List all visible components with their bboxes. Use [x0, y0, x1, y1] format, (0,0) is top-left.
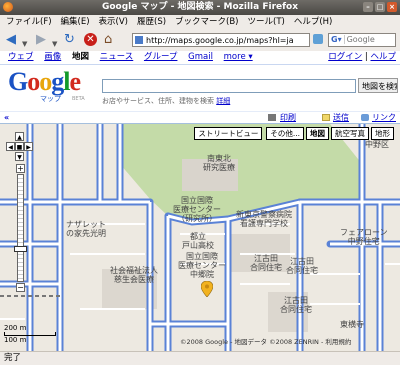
map-search-input[interactable] — [102, 79, 356, 93]
menubar: ファイル(F) 編集(E) 表示(V) 履歴(S) ブックマーク(B) ツール(… — [0, 15, 400, 29]
reload-icon[interactable]: ↻ — [64, 33, 75, 47]
status-bar: 完了 — [0, 351, 400, 365]
menu-bookmarks[interactable]: ブックマーク(B) — [175, 15, 238, 29]
window-title: Google マップ - 地図検索 - Mozilla Firefox — [101, 2, 299, 12]
map-type-map[interactable]: 地図 — [306, 127, 329, 140]
address-bar[interactable] — [132, 33, 310, 47]
gbar-more[interactable]: more ▾ — [224, 52, 253, 62]
google-bar: ウェブ 画像 地図 ニュース グループ Gmail more ▾ ログイン | … — [0, 51, 400, 64]
stop-icon[interactable]: ✕ — [84, 33, 97, 46]
gbar-news[interactable]: ニュース — [100, 52, 134, 62]
map-copyright: ©2008 Google - 地図データ ©2008 ZENRIN - 利用規約 — [180, 338, 352, 346]
zoom-control: + − — [14, 164, 27, 294]
map-label: 国立国際 医療センター 中郷院 — [178, 252, 226, 279]
login-link[interactable]: ログイン — [328, 52, 362, 62]
map-label: ナザレット の家先光明 — [66, 220, 106, 238]
gbar-divider — [0, 64, 400, 65]
pan-center-icon[interactable]: ■ — [15, 142, 24, 151]
menu-file[interactable]: ファイル(F) — [6, 15, 52, 29]
help-link[interactable]: ヘルプ — [370, 52, 396, 62]
location-pin-icon[interactable] — [201, 281, 213, 297]
gbar-web[interactable]: ウェブ — [8, 52, 34, 62]
more-layers-button[interactable]: その他... — [266, 127, 304, 140]
map-label: 江古田 合同住宅 — [250, 254, 282, 272]
zoom-slider-handle[interactable] — [14, 246, 27, 252]
streetview-button[interactable]: ストリートビュー — [194, 127, 263, 140]
map-label: フェアローン 中野住宅 — [340, 228, 388, 246]
window-controls: – □ × — [363, 2, 397, 12]
menu-history[interactable]: 履歴(S) — [137, 15, 166, 29]
gbar-images[interactable]: 画像 — [44, 52, 61, 62]
search-details-link[interactable]: 詳細 — [216, 97, 230, 105]
site-favicon-icon — [135, 36, 143, 44]
map-label: 都立 戸山高校 — [182, 232, 214, 250]
map-label: 社会福祉法人 慈生会医療 — [110, 266, 158, 284]
minimize-button[interactable]: – — [363, 2, 373, 12]
gbar-maps[interactable]: 地図 — [72, 52, 89, 62]
menu-help[interactable]: ヘルプ(H) — [294, 15, 333, 29]
map-scale: 200 m 100 m — [4, 324, 56, 344]
pan-left-icon[interactable]: ◀ — [6, 142, 15, 151]
map-canvas[interactable]: 南東北 研究医療 国立国際 医療センター （研究所） 新東京警察病院 看護専門学… — [0, 123, 400, 351]
map-label: 南東北 研究医療 — [203, 154, 235, 172]
search-hint-text: お店やサービス、住所、建物を検索 — [102, 97, 214, 105]
scale-top-label: 200 m — [4, 324, 27, 332]
pan-control: ▲ ◀ ■ ▶ ▼ — [6, 132, 34, 162]
zoom-in-icon[interactable]: + — [16, 164, 25, 173]
map-label: 中野区 — [365, 140, 389, 149]
map-label: 江古田 合同住宅 — [280, 296, 312, 314]
gbar-right: ログイン | ヘルプ — [328, 52, 396, 62]
scale-bottom-label: 100 m — [4, 336, 27, 344]
logo-subtitle: マップ — [40, 95, 61, 103]
print-icon[interactable] — [268, 114, 276, 121]
forward-icon[interactable]: ▶ — [36, 33, 46, 47]
map-type-controls: ストリートビュー その他... 地図 航空写真 地形 — [194, 127, 394, 140]
gbar-groups[interactable]: グループ — [144, 52, 178, 62]
mail-icon[interactable] — [322, 114, 330, 121]
back-dropdown-icon[interactable]: ▼ — [22, 37, 27, 51]
map-type-terrain[interactable]: 地形 — [371, 127, 394, 140]
gbar-gmail[interactable]: Gmail — [188, 52, 213, 62]
map-search-button[interactable]: 地図を検索 — [358, 78, 398, 93]
web-page: ウェブ 画像 地図 ニュース グループ Gmail more ▾ ログイン | … — [0, 51, 400, 351]
menu-tools[interactable]: ツール(T) — [248, 15, 285, 29]
link-icon[interactable] — [361, 114, 369, 121]
map-label: 東横寺 — [340, 320, 364, 329]
map-label: 新東京警察病院 看護専門学校 — [236, 210, 292, 228]
url-input[interactable] — [146, 36, 296, 45]
zoom-slider-track[interactable] — [17, 174, 24, 282]
google-logo[interactable]: Google — [8, 68, 81, 96]
pan-up-icon[interactable]: ▲ — [15, 132, 24, 141]
search-input[interactable] — [344, 35, 391, 44]
navigation-toolbar: ◀ ▼ ▶ ▼ ↻ ✕ ⌂ G▾ — [0, 29, 400, 52]
menu-edit[interactable]: 編集(E) — [61, 15, 90, 29]
logo-beta: BETA — [72, 96, 85, 102]
pan-down-icon[interactable]: ▼ — [15, 152, 24, 161]
pan-right-icon[interactable]: ▶ — [24, 142, 33, 151]
close-button[interactable]: × — [387, 2, 397, 12]
zoom-out-icon[interactable]: − — [16, 283, 25, 292]
home-icon[interactable]: ⌂ — [104, 33, 112, 47]
search-hint: お店やサービス、住所、建物を検索 詳細 — [102, 96, 230, 106]
search-engine-icon[interactable]: G▾ — [329, 35, 345, 44]
menu-view[interactable]: 表示(V) — [99, 15, 128, 29]
map-label: 江古田 合同住宅 — [286, 257, 318, 275]
map-label: 国立国際 医療センター （研究所） — [173, 196, 221, 223]
search-bar[interactable]: G▾ — [328, 33, 396, 47]
back-icon[interactable]: ◀ — [6, 33, 16, 47]
firefox-icon — [3, 2, 13, 12]
go-icon[interactable] — [313, 34, 323, 44]
forward-dropdown-icon[interactable]: ▼ — [52, 37, 57, 51]
map-type-satellite[interactable]: 航空写真 — [331, 127, 369, 140]
window-titlebar: Google マップ - 地図検索 - Mozilla Firefox – □ … — [0, 0, 400, 15]
maximize-button[interactable]: □ — [375, 2, 385, 12]
